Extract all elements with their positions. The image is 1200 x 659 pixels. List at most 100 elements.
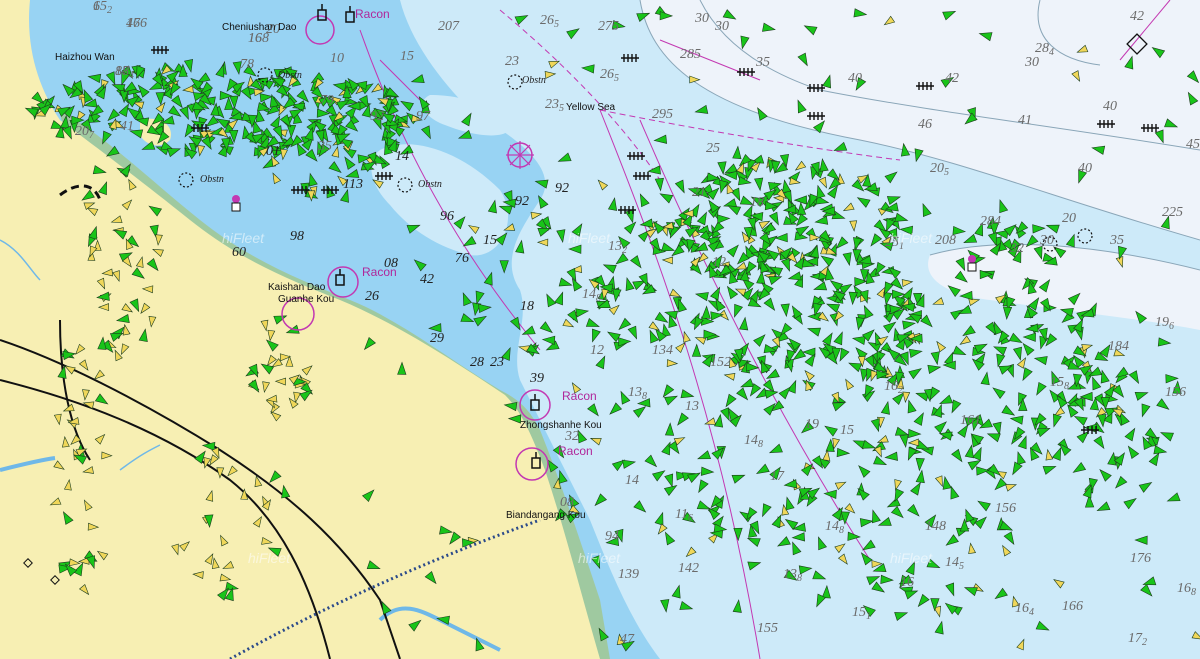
depth-sounding: 42 bbox=[945, 71, 959, 86]
watermark-text: hiFleet bbox=[890, 550, 933, 566]
depth-sounding: 176 bbox=[1130, 551, 1151, 566]
depth-sounding: 113 bbox=[343, 177, 363, 192]
depth-sounding: 19 bbox=[805, 417, 819, 432]
depth-sounding: 148 bbox=[925, 519, 946, 534]
depth-sounding: 166 bbox=[1062, 599, 1083, 614]
depth-sounding: 30 bbox=[1024, 55, 1039, 70]
depth-sounding: 47 bbox=[620, 632, 635, 647]
depth-sounding: 97 bbox=[416, 109, 431, 124]
place-name-haizhou: Haizhou Wan bbox=[55, 52, 115, 63]
depth-sounding: 76 bbox=[455, 251, 469, 266]
depth-sounding: 32 bbox=[564, 429, 579, 444]
nautical-chart-map[interactable]: 6 46 88 16 10 79 20 207 265 275 30 30 42 285 265 35 40 42… bbox=[0, 0, 1200, 659]
depth-sounding: 17 bbox=[770, 469, 785, 484]
depth-sounding: 18 bbox=[750, 195, 764, 210]
depth-sounding: 25 bbox=[706, 141, 720, 156]
depth-sounding: 40 bbox=[848, 71, 862, 86]
depth-sounding: 01 bbox=[266, 144, 280, 159]
depth-sounding: 15 bbox=[483, 233, 497, 248]
depth-sounding: 45 bbox=[1186, 137, 1200, 152]
chart-canvas[interactable]: 6468816107920 207 265 2753030422852653540 42… bbox=[0, 0, 1200, 659]
place-name-kaishan: Kaishan Dao bbox=[268, 282, 326, 293]
place-name-guanhe: Guanhe Kou bbox=[278, 294, 334, 305]
depth-sounding: 08 bbox=[560, 495, 574, 510]
buoy-icon[interactable] bbox=[232, 195, 240, 203]
obstruction-label: Obstn bbox=[278, 70, 302, 81]
depth-sounding: 39 bbox=[529, 371, 544, 386]
depth-sounding: 98 bbox=[290, 229, 304, 244]
depth-sounding: 30 bbox=[1039, 233, 1054, 248]
watermark-text: hiFleet bbox=[222, 230, 265, 246]
depth-sounding: 161 bbox=[960, 413, 981, 428]
depth-sounding: 94 bbox=[605, 529, 619, 544]
depth-sounding: 46 bbox=[918, 117, 932, 132]
depth-sounding: 12 bbox=[712, 255, 726, 270]
depth-sounding: 275 bbox=[598, 19, 619, 34]
depth-sounding: 92 bbox=[515, 194, 529, 209]
depth-sounding: 35 bbox=[1109, 233, 1124, 248]
depth-sounding: 134 bbox=[652, 343, 673, 358]
depth-sounding: 14 bbox=[395, 149, 409, 164]
racon-label: Racon bbox=[562, 389, 597, 403]
buoy-base-icon bbox=[967, 262, 977, 272]
depth-sounding: 23 bbox=[505, 54, 519, 69]
depth-sounding: 41 bbox=[1018, 113, 1032, 128]
depth-sounding: 42 bbox=[420, 272, 434, 287]
depth-sounding: 207 bbox=[438, 19, 460, 34]
racon-label: Racon bbox=[355, 7, 390, 21]
depth-sounding: 29 bbox=[430, 331, 444, 346]
depth-sounding: 40 bbox=[1078, 161, 1092, 176]
watermark-text: hiFleet bbox=[248, 550, 291, 566]
depth-sounding: 152 bbox=[710, 355, 731, 370]
depth-sounding: 225 bbox=[1162, 205, 1183, 220]
depth-sounding: 295 bbox=[652, 107, 673, 122]
buoy-base-icon bbox=[231, 202, 241, 212]
depth-sounding: 156 bbox=[995, 501, 1016, 516]
depth-sounding: 168 bbox=[248, 31, 269, 46]
watermark-text: hiFleet bbox=[568, 230, 611, 246]
depth-sounding: 96 bbox=[440, 209, 454, 224]
depth-sounding: 30 bbox=[694, 11, 709, 26]
depth-sounding: 60 bbox=[232, 245, 246, 260]
depth-sounding: 35 bbox=[317, 139, 332, 154]
watermark-text: hiFleet bbox=[578, 550, 621, 566]
depth-sounding: 10 bbox=[330, 51, 344, 66]
watermark-text: hiFleet bbox=[890, 230, 933, 246]
depth-sounding: 35 bbox=[755, 55, 770, 70]
depth-sounding: 142 bbox=[678, 561, 699, 576]
depth-sounding: 28 bbox=[470, 355, 484, 370]
compass-rose-icon bbox=[506, 141, 534, 169]
buoy-icon[interactable] bbox=[968, 255, 976, 263]
depth-sounding: 26 bbox=[365, 289, 379, 304]
depth-sounding: 30 bbox=[714, 19, 729, 34]
obstruction-label: Obstn bbox=[418, 179, 442, 190]
depth-sounding: 15 bbox=[400, 49, 414, 64]
depth-sounding: 41 bbox=[120, 119, 134, 134]
depth-sounding: 20 bbox=[1062, 211, 1076, 226]
racon-label: Racon bbox=[362, 265, 397, 279]
depth-sounding: 78 bbox=[240, 57, 254, 72]
place-name-yellow-sea: Yellow Sea bbox=[566, 102, 616, 113]
depth-sounding: 21 bbox=[692, 185, 706, 200]
depth-sounding: 184 bbox=[1108, 339, 1129, 354]
depth-sounding: 92 bbox=[370, 109, 384, 124]
depth-sounding: 16 bbox=[900, 575, 914, 590]
racon-label: Racon bbox=[558, 444, 593, 458]
depth-sounding: 40 bbox=[1103, 99, 1117, 114]
depth-sounding: 155 bbox=[757, 621, 778, 636]
place-name-cheniushan: Cheniushan Dao bbox=[222, 22, 297, 33]
obstruction-label: Obstn bbox=[200, 174, 224, 185]
depth-sounding: 32 bbox=[1009, 241, 1024, 256]
depth-sounding: 92 bbox=[555, 181, 569, 196]
depth-sounding: 14 bbox=[625, 473, 639, 488]
depth-sounding: 18 bbox=[520, 299, 534, 314]
depth-sounding: 139 bbox=[618, 567, 639, 582]
depth-sounding: 208 bbox=[935, 233, 956, 248]
depth-sounding: 284 bbox=[980, 214, 1001, 229]
depth-sounding: 156 bbox=[1165, 385, 1186, 400]
depth-sounding: 13 bbox=[685, 399, 699, 414]
depth-sounding: 15 bbox=[840, 423, 854, 438]
obstruction-label: Obstn bbox=[522, 75, 546, 86]
place-name-biandan: Biandangang Kou bbox=[506, 510, 586, 521]
depth-sounding: 79 bbox=[320, 93, 334, 108]
